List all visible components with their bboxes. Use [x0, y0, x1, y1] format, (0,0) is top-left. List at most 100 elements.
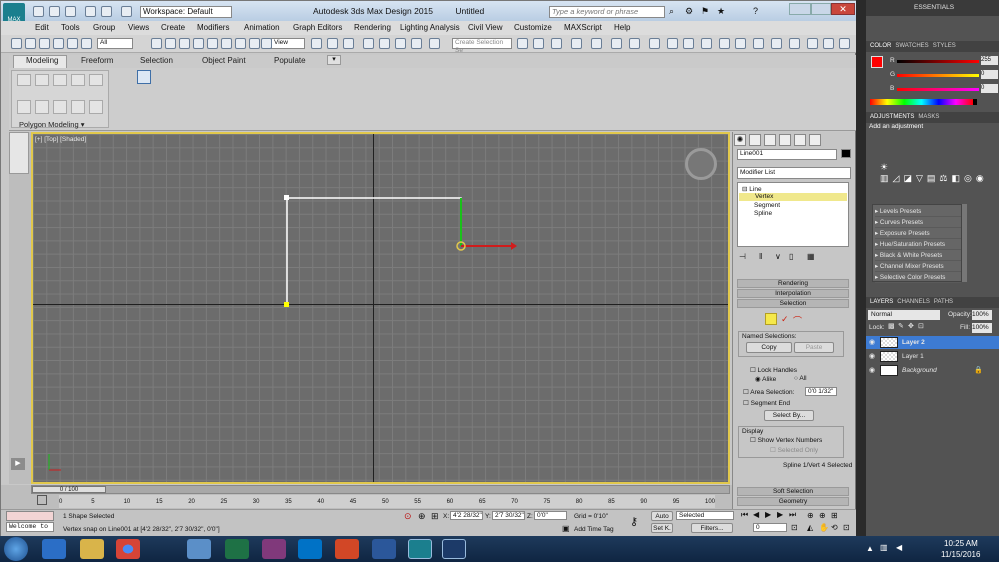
key-filters-button[interactable]: Filters...	[691, 523, 733, 533]
spinner-snap-icon[interactable]	[411, 38, 422, 49]
menu-help[interactable]: Help	[614, 23, 630, 32]
maximize-button[interactable]	[811, 3, 831, 15]
select-object-icon[interactable]	[151, 38, 162, 49]
opacity-field[interactable]: 100%	[972, 310, 992, 320]
vibrance-icon[interactable]: ▽	[916, 173, 927, 183]
redo-icon[interactable]	[25, 38, 36, 49]
help-icon[interactable]: ?	[753, 6, 758, 16]
keyboard-shortcut-icon[interactable]	[343, 38, 354, 49]
onenote-icon[interactable]	[262, 539, 286, 559]
area-selection-spinner[interactable]: 0'0 1/32"	[805, 387, 837, 396]
tab-adjustments[interactable]: ADJUSTMENTS	[870, 114, 914, 120]
rgb-slider-b[interactable]	[897, 88, 979, 91]
word-icon[interactable]	[372, 539, 396, 559]
ribbon-graphite-icon-2[interactable]	[137, 88, 151, 100]
tab-paths[interactable]: PATHS	[934, 299, 953, 305]
layer-row[interactable]: ◉ Layer 2	[866, 336, 999, 349]
ribbon-options-button[interactable]: ▾	[327, 55, 341, 65]
set-key-button[interactable]: Set K.	[651, 523, 673, 533]
lock-image-icon[interactable]: ✎	[898, 322, 904, 330]
powerpoint-icon[interactable]	[335, 539, 359, 559]
preset-item[interactable]: ▸ Exposure Presets	[875, 229, 961, 239]
select-move-icon[interactable]	[207, 38, 218, 49]
utilities-tab[interactable]	[809, 134, 821, 146]
tool-37-icon[interactable]	[753, 38, 764, 49]
close-button[interactable]: ✕	[831, 3, 855, 15]
menu-maxscript[interactable]: MAXScript	[564, 23, 602, 32]
hue-saturation-icon[interactable]: ▤	[927, 173, 940, 183]
color-balance-icon[interactable]: ⚖	[939, 173, 951, 183]
menu-civil-view[interactable]: Civil View	[468, 23, 503, 32]
rgb-slider-g[interactable]	[897, 74, 979, 77]
tab-selection[interactable]: Selection	[140, 56, 173, 65]
selection-rollout[interactable]: Selection	[737, 299, 849, 308]
select-by-name-icon[interactable]	[165, 38, 176, 49]
3dsmax-taskbar-icon[interactable]	[408, 539, 432, 559]
channel-mixer-icon[interactable]: ◉	[976, 173, 988, 183]
stack-item-vertex[interactable]: Vertex	[739, 193, 847, 201]
rgb-slider-r[interactable]	[897, 60, 979, 63]
show-end-result-icon[interactable]	[53, 100, 67, 114]
element-icon[interactable]	[89, 74, 103, 86]
toggle-ribbon-icon[interactable]	[571, 38, 582, 49]
motion-tab[interactable]	[779, 134, 791, 146]
auto-key-button[interactable]: Auto	[651, 511, 673, 521]
use-pivot-icon[interactable]	[311, 38, 322, 49]
tab-styles[interactable]: STYLES	[933, 43, 956, 49]
all-radio[interactable]: ○ All	[794, 375, 807, 382]
menu-lighting-analysis[interactable]: Lighting Analysis	[400, 23, 460, 32]
object-color-swatch[interactable]	[841, 149, 851, 158]
play-icon[interactable]: ▶	[765, 510, 771, 519]
color-ramp[interactable]	[870, 99, 973, 105]
render-setup-icon[interactable]	[649, 38, 660, 49]
tool-42-icon[interactable]	[839, 38, 850, 49]
paste-button[interactable]: Paste	[794, 342, 834, 353]
schematic-view-icon[interactable]	[611, 38, 622, 49]
render-icon[interactable]	[683, 38, 694, 49]
viewport-layout-thumb[interactable]	[9, 132, 29, 174]
current-frame-field[interactable]: 0	[753, 523, 787, 532]
bind-space-warp-icon[interactable]	[67, 38, 78, 49]
stack-item-segment[interactable]: Segment	[754, 202, 780, 209]
key-icon[interactable]: ⚷	[630, 515, 638, 528]
photoshop-taskbar-icon[interactable]	[442, 539, 466, 559]
rendering-rollout[interactable]: Rendering	[737, 279, 849, 288]
zoom-icon[interactable]: ⊕	[807, 511, 814, 520]
time-tag-icon[interactable]: ▣	[562, 524, 570, 533]
curve-editor-icon[interactable]	[591, 38, 602, 49]
selection-filter-dropdown[interactable]: All	[97, 38, 133, 49]
tool-5-icon[interactable]	[81, 38, 92, 49]
add-time-tag[interactable]: Add Time Tag	[574, 526, 614, 533]
border-icon[interactable]	[53, 74, 67, 86]
menu-modifiers[interactable]: Modifiers	[197, 23, 229, 32]
workspace-switcher[interactable]: ESSENTIALS	[914, 4, 954, 11]
window-crossing-icon[interactable]	[193, 38, 204, 49]
mirror-icon[interactable]	[517, 38, 528, 49]
start-button[interactable]	[4, 537, 28, 561]
rectangular-region-icon[interactable]	[179, 38, 190, 49]
menu-graph-editors[interactable]: Graph Editors	[293, 23, 342, 32]
go-to-end-icon[interactable]: ⏭	[789, 510, 796, 520]
menu-customize[interactable]: Customize	[514, 23, 552, 32]
layer-row[interactable]: ◉ Background 🔒	[866, 364, 999, 377]
preset-item[interactable]: ▸ Levels Presets	[875, 207, 961, 217]
search-input[interactable]: Type a keyword or phrase	[549, 6, 665, 18]
clock-date[interactable]: 11/15/2016	[941, 550, 980, 559]
percent-snap-icon[interactable]	[395, 38, 406, 49]
selected-only-checkbox[interactable]: ☐ Selected Only	[770, 446, 818, 454]
menu-create[interactable]: Create	[161, 23, 185, 32]
tab-populate[interactable]: Populate	[274, 56, 306, 65]
align-icon[interactable]	[533, 38, 544, 49]
menu-animation[interactable]: Animation	[244, 23, 280, 32]
presets-scrollbar[interactable]	[962, 204, 967, 282]
layer-row[interactable]: ◉ Layer 1	[866, 350, 999, 363]
viewcube-icon[interactable]	[685, 148, 717, 180]
fov-icon[interactable]: ◭	[807, 523, 813, 532]
mini-curve-editor-icon[interactable]	[37, 495, 47, 505]
tool-39-icon[interactable]	[789, 38, 800, 49]
soft-selection-rollout[interactable]: Soft Selection	[737, 487, 849, 496]
display-tab[interactable]	[794, 134, 806, 146]
preset-item[interactable]: ▸ Hue/Saturation Presets	[875, 240, 961, 250]
zoom-extents-icon[interactable]: ⊞	[831, 511, 838, 520]
spline-shape[interactable]	[33, 134, 730, 484]
